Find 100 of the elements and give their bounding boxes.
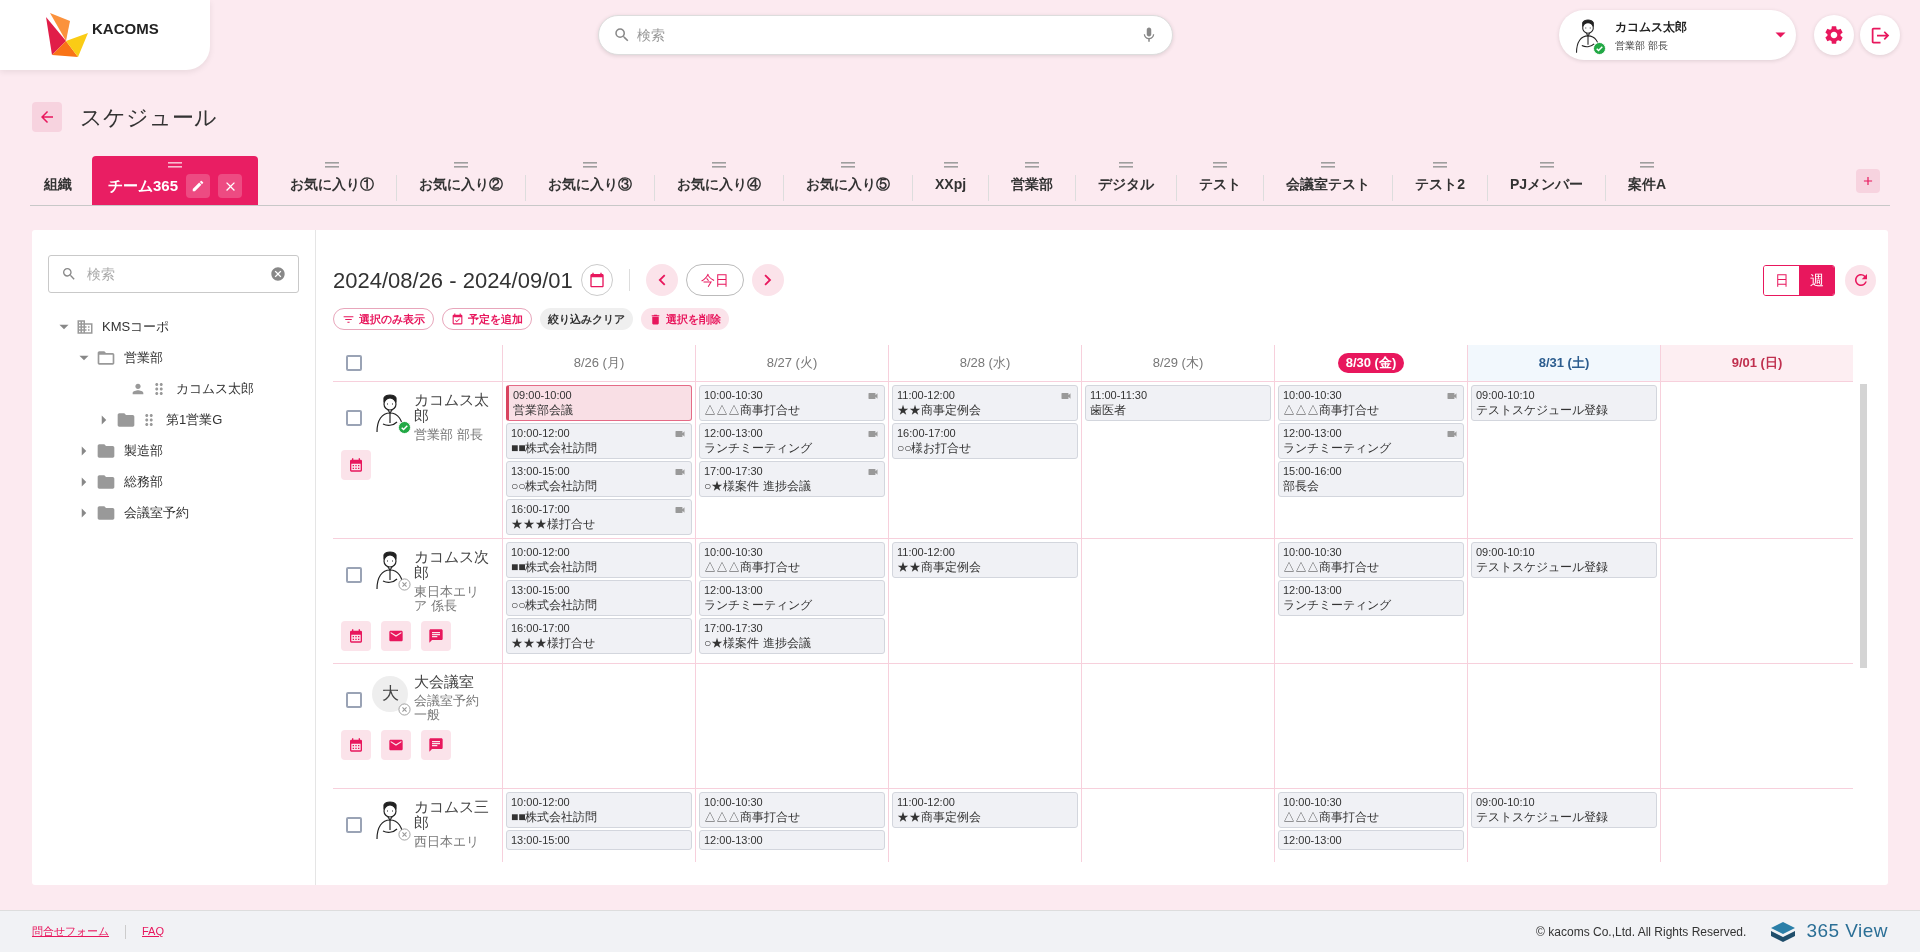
logout-button[interactable] [1860,15,1900,55]
drag-handle-icon[interactable] [1640,162,1655,168]
tab[interactable]: テスト2 [1393,156,1487,205]
row-checkbox[interactable] [346,692,362,708]
drag-handle-icon[interactable] [841,162,856,168]
drag-handle-icon[interactable] [1213,162,1228,168]
event[interactable]: 11:00-11:30 歯医者 [1085,385,1271,421]
event[interactable]: 16:00-17:00 ★★★様打合せ [506,618,692,654]
event[interactable]: 10:00-10:30 △△△商事打合せ [699,385,885,421]
event[interactable]: 09:00-10:10 テストスケジュール登録 [1471,385,1657,421]
event[interactable]: 09:00-10:10 テストスケジュール登録 [1471,792,1657,828]
event[interactable]: 10:00-10:30 △△△商事打合せ [699,792,885,828]
next-button[interactable] [751,264,784,296]
tab[interactable]: 案件A [1606,156,1689,205]
calendar-button[interactable] [341,621,371,651]
event[interactable]: 16:00-17:00 ★★★様打合せ [506,499,692,535]
event[interactable]: 12:00-13:00 [699,830,885,850]
tab[interactable]: 営業部 [989,156,1076,205]
event[interactable]: 10:00-12:00 ■■株式会社訪問 [506,542,692,578]
caret-down-icon[interactable] [59,323,69,330]
event[interactable]: 10:00-12:00 ■■株式会社訪問 [506,423,692,459]
caret-right-icon[interactable] [81,445,87,456]
search-field[interactable]: 検索 [598,15,1173,55]
tab[interactable]: 組織 [30,156,86,205]
tab[interactable]: お気に入り② [397,156,526,205]
toolbar-chip[interactable]: 選択のみ表示 [333,308,434,330]
event[interactable]: 10:00-10:30 △△△商事打合せ [699,542,885,578]
drag-handle-icon[interactable] [712,162,727,168]
tab[interactable]: お気に入り④ [655,156,784,205]
view-toggle[interactable]: 週 [1799,265,1834,295]
tab[interactable]: PJメンバー [1487,156,1606,205]
search-field[interactable]: 検索 [48,255,299,293]
event[interactable]: 13:00-15:00 [506,830,692,850]
event[interactable]: 09:00-10:10 テストスケジュール登録 [1471,542,1657,578]
edit-tab-button[interactable] [186,174,211,198]
event[interactable]: 15:00-16:00 部長会 [1278,461,1464,497]
event[interactable]: 16:00-17:00 ○○様お打合せ [892,423,1078,459]
drag-handle-icon[interactable] [1321,162,1336,168]
event[interactable]: 12:00-13:00 [1278,830,1464,850]
caret-down-icon[interactable] [79,354,89,361]
mail-button[interactable] [381,621,411,651]
drag-handle-icon[interactable] [583,162,598,168]
tab[interactable]: チーム365 [92,156,259,205]
scrollbar[interactable] [1860,384,1867,668]
tree-item[interactable]: 総務部 [124,471,163,492]
row-checkbox[interactable] [346,817,362,833]
drag-handle-icon[interactable] [454,162,469,168]
toolbar-chip[interactable]: 予定を追加 [442,308,532,330]
event[interactable]: 11:00-12:00 ★★商事定例会 [892,385,1078,421]
tree-item[interactable]: 営業部 [124,347,163,368]
event[interactable]: 17:00-17:30 ○★様案件 進捗会議 [699,618,885,654]
toolbar-chip[interactable]: 絞り込みクリア [540,308,633,330]
footer-link[interactable]: 問合せフォーム [32,923,109,940]
add-tab-button[interactable] [1856,169,1880,193]
close-tab-button[interactable] [218,174,243,198]
event[interactable]: 12:00-13:00 ランチミーティング [1278,580,1464,616]
event[interactable]: 10:00-10:30 △△△商事打合せ [1278,792,1464,828]
drag-handle-icon[interactable] [1539,162,1554,168]
drag-handle-icon[interactable] [1025,162,1040,168]
toolbar-chip[interactable]: 選択を削除 [641,308,729,330]
tab[interactable]: お気に入り① [268,156,397,205]
event[interactable]: 11:00-12:00 ★★商事定例会 [892,542,1078,578]
event[interactable]: 11:00-12:00 ★★商事定例会 [892,792,1078,828]
tab[interactable]: お気に入り⑤ [784,156,913,205]
event[interactable]: 13:00-15:00 ○○株式会社訪問 [506,461,692,497]
search-input[interactable]: 検索 [637,24,1134,46]
row-checkbox[interactable] [346,410,362,426]
caret-right-icon[interactable] [81,507,87,518]
event[interactable]: 10:00-10:30 △△△商事打合せ [1278,542,1464,578]
chat-button[interactable] [421,621,451,651]
footer-link[interactable]: FAQ [142,923,164,940]
back-button[interactable] [32,102,62,132]
tab[interactable]: デジタル [1076,156,1177,205]
row-checkbox[interactable] [346,567,362,583]
tab[interactable]: 会議室テスト [1264,156,1393,205]
drag-handle-icon[interactable] [1119,162,1134,168]
caret-right-icon[interactable] [101,414,107,425]
tree-item[interactable]: KMSコーポ [102,316,170,337]
drag-handle-icon[interactable] [943,162,958,168]
settings-button[interactable] [1814,15,1854,55]
select-all-checkbox[interactable] [346,355,362,371]
event[interactable]: 10:00-12:00 ■■株式会社訪問 [506,792,692,828]
event[interactable]: 12:00-13:00 ランチミーティング [699,423,885,459]
event[interactable]: 12:00-13:00 ランチミーティング [1278,423,1464,459]
drag-handle-icon[interactable] [325,162,340,168]
event[interactable]: 13:00-15:00 ○○株式会社訪問 [506,580,692,616]
event[interactable]: 12:00-13:00 ランチミーティング [699,580,885,616]
tree-item[interactable]: 会議室予約 [124,502,189,523]
user-menu[interactable]: カコムス太郎 営業部 部長 [1559,10,1796,60]
drag-handle-icon[interactable] [168,162,182,168]
tab[interactable]: XXpj [913,156,989,205]
tree-item[interactable]: カコムス太郎 [176,378,254,399]
chat-button[interactable] [421,730,451,760]
caret-right-icon[interactable] [81,476,87,487]
calendar-button[interactable] [341,450,371,480]
event[interactable]: 10:00-10:30 △△△商事打合せ [1278,385,1464,421]
tab[interactable]: お気に入り③ [526,156,655,205]
search-input[interactable]: 検索 [87,263,260,285]
refresh-button[interactable] [1845,264,1876,296]
mail-button[interactable] [381,730,411,760]
